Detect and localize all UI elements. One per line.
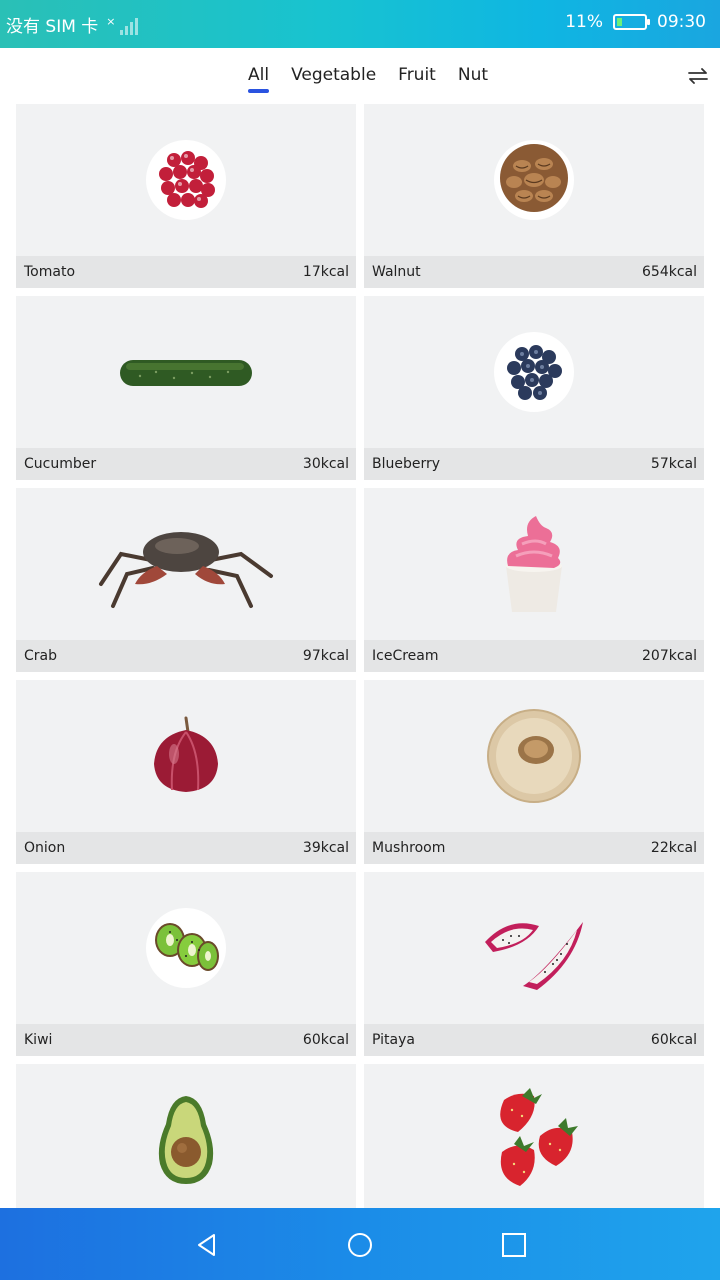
food-label-bar: Kiwi 60kcal bbox=[16, 1024, 356, 1056]
switch-arrows-icon[interactable] bbox=[688, 68, 708, 84]
food-kcal: 17kcal bbox=[302, 264, 349, 280]
food-kcal: 97kcal bbox=[302, 648, 349, 664]
food-name: Tomato bbox=[24, 264, 76, 280]
food-name: Crab bbox=[24, 648, 57, 664]
tab-all[interactable]: All bbox=[248, 65, 270, 93]
clock: 09:30 bbox=[657, 12, 706, 32]
food-kcal: 60kcal bbox=[302, 1032, 349, 1048]
kiwi-icon bbox=[146, 908, 226, 988]
food-name: Mushroom bbox=[372, 840, 446, 856]
signal-icon: × bbox=[106, 15, 138, 35]
food-name: IceCream bbox=[372, 648, 439, 664]
food-card-blueberry[interactable]: Blueberry 57kcal bbox=[364, 296, 704, 480]
walnut-icon bbox=[494, 140, 574, 220]
food-card-tomato[interactable]: Tomato 17kcal bbox=[16, 104, 356, 288]
food-label-bar: Tomato 17kcal bbox=[16, 256, 356, 288]
food-card-crab[interactable]: Crab 97kcal bbox=[16, 488, 356, 672]
system-navigation-bar bbox=[0, 1208, 720, 1280]
battery-icon bbox=[613, 14, 650, 30]
pitaya-icon bbox=[485, 922, 583, 990]
carrier-text: 没有 SIM 卡 bbox=[6, 17, 99, 37]
tab-vegetable[interactable]: Vegetable bbox=[291, 65, 376, 91]
food-kcal: 39kcal bbox=[302, 840, 349, 856]
onion-icon bbox=[154, 716, 218, 792]
food-card-mushroom[interactable]: Mushroom 22kcal bbox=[364, 680, 704, 864]
icecream-icon bbox=[506, 516, 562, 612]
food-card-avocado[interactable] bbox=[16, 1064, 356, 1208]
tab-nut[interactable]: Nut bbox=[458, 65, 488, 91]
mushroom-icon bbox=[487, 709, 581, 803]
food-kcal: 22kcal bbox=[650, 840, 697, 856]
status-bar: 没有 SIM 卡 × 11% 09:30 bbox=[0, 0, 720, 48]
food-name: Walnut bbox=[372, 264, 421, 280]
food-name: Cucumber bbox=[24, 456, 97, 472]
tomato-icon bbox=[146, 140, 226, 220]
food-name: Pitaya bbox=[372, 1032, 415, 1048]
home-icon[interactable] bbox=[347, 1232, 373, 1258]
blueberry-icon bbox=[494, 332, 574, 412]
food-name: Blueberry bbox=[372, 456, 441, 472]
food-card-icecream[interactable]: IceCream 207kcal bbox=[364, 488, 704, 672]
food-label-bar: Mushroom 22kcal bbox=[364, 832, 704, 864]
food-kcal: 30kcal bbox=[302, 456, 349, 472]
back-icon[interactable] bbox=[194, 1232, 220, 1258]
food-label-bar: Pitaya 60kcal bbox=[364, 1024, 704, 1056]
strawberry-icon bbox=[500, 1088, 578, 1186]
food-card-onion[interactable]: Onion 39kcal bbox=[16, 680, 356, 864]
food-card-kiwi[interactable]: Kiwi 60kcal bbox=[16, 872, 356, 1056]
tab-fruit[interactable]: Fruit bbox=[398, 65, 436, 91]
food-name: Onion bbox=[24, 840, 66, 856]
food-card-pitaya[interactable]: Pitaya 60kcal bbox=[364, 872, 704, 1056]
food-label-bar: Walnut 654kcal bbox=[364, 256, 704, 288]
category-tabs: All Vegetable Fruit Nut bbox=[0, 48, 720, 104]
food-kcal: 207kcal bbox=[642, 648, 697, 664]
avocado-icon bbox=[158, 1096, 214, 1184]
food-kcal: 57kcal bbox=[650, 456, 697, 472]
food-kcal: 654kcal bbox=[642, 264, 697, 280]
food-kcal: 60kcal bbox=[650, 1032, 697, 1048]
food-label-bar: Cucumber 30kcal bbox=[16, 448, 356, 480]
food-card-cucumber[interactable]: Cucumber 30kcal bbox=[16, 296, 356, 480]
food-label-bar: Onion 39kcal bbox=[16, 832, 356, 864]
recents-icon[interactable] bbox=[501, 1232, 527, 1258]
food-label-bar: IceCream 207kcal bbox=[364, 640, 704, 672]
battery-percent: 11% bbox=[565, 12, 603, 32]
food-card-strawberry[interactable] bbox=[364, 1064, 704, 1208]
food-name: Kiwi bbox=[24, 1032, 53, 1048]
food-label-bar: Blueberry 57kcal bbox=[364, 448, 704, 480]
cucumber-icon bbox=[120, 360, 252, 386]
food-card-walnut[interactable]: Walnut 654kcal bbox=[364, 104, 704, 288]
food-grid: Tomato 17kcal Walnut 654kcal Cucumber 30… bbox=[16, 104, 704, 1208]
food-label-bar: Crab 97kcal bbox=[16, 640, 356, 672]
crab-icon bbox=[99, 532, 273, 608]
